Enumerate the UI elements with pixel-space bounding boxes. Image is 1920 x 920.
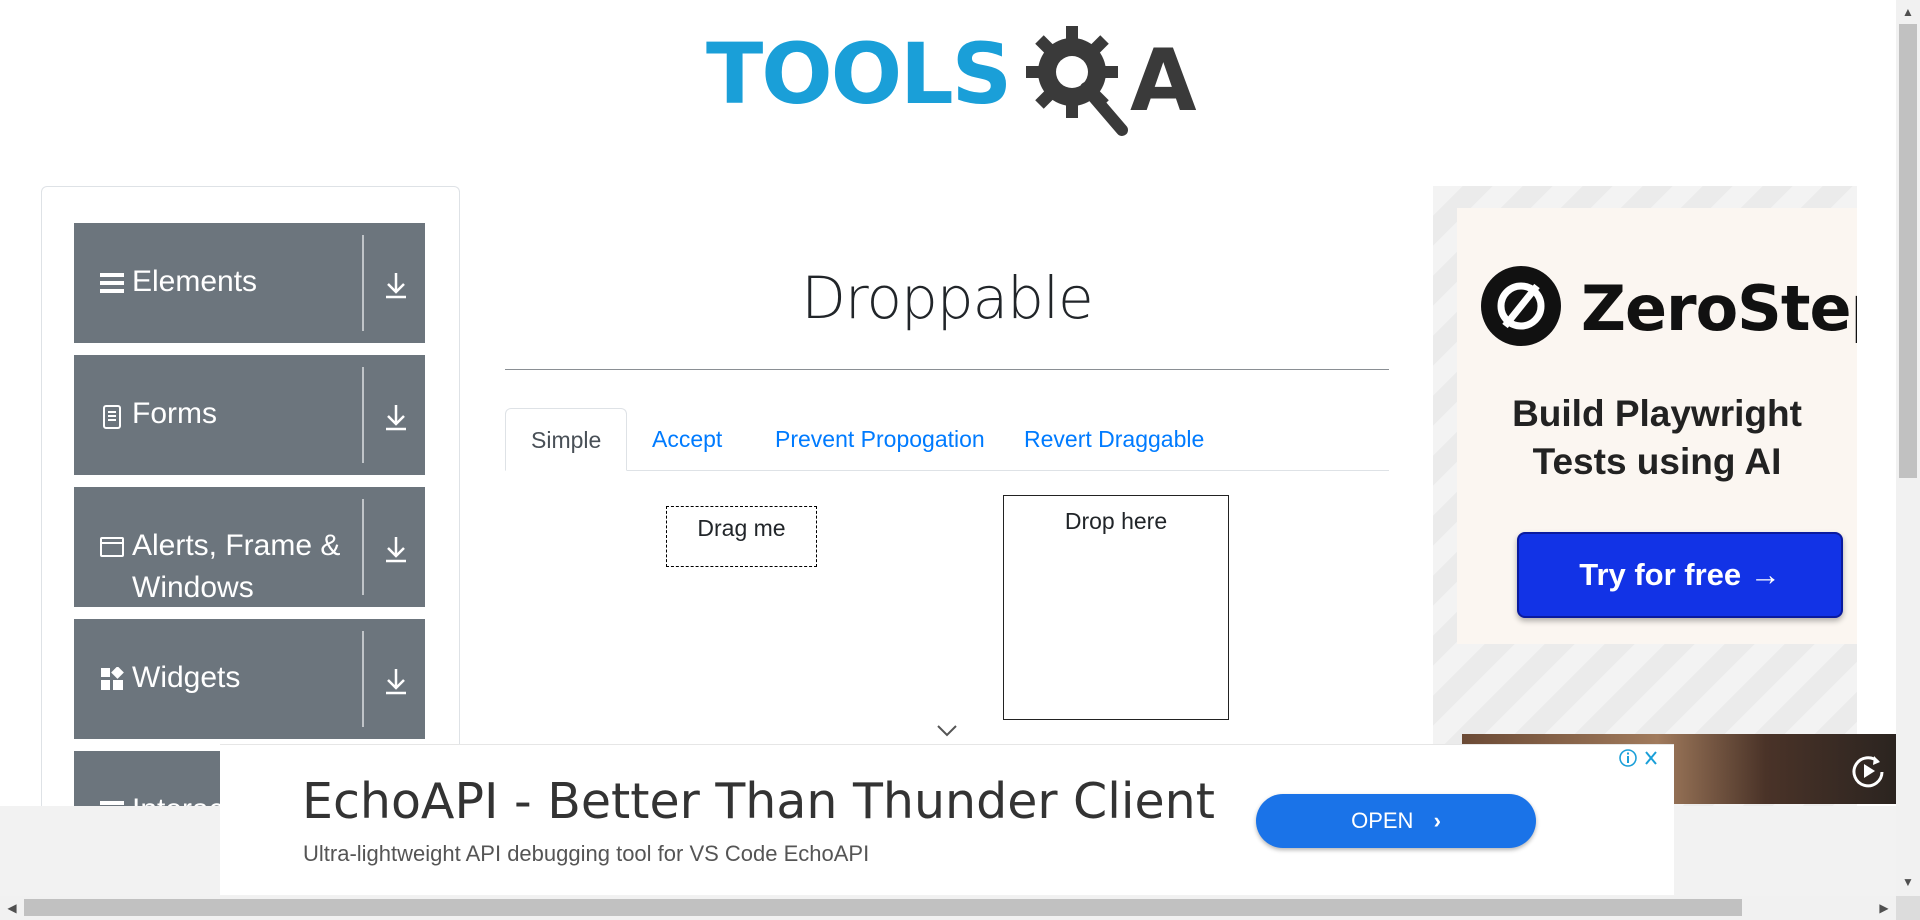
ad-tagline: Build Playwright Tests using AI [1457, 390, 1857, 486]
title-divider [505, 369, 1389, 370]
ad-tagline-line2: Tests using AI [1532, 441, 1782, 482]
droppable-tabs: Simple Accept Prevent Propogation Revert… [505, 408, 1389, 471]
sidebar-group-label-line2: Windows [132, 571, 254, 604]
scroll-up-icon[interactable]: ▲ [1900, 4, 1916, 20]
ad-description: Ultra-lightweight API debugging tool for… [303, 841, 870, 866]
sidebar-group-label: Forms [132, 397, 217, 430]
chevron-right-icon: › [1433, 808, 1441, 833]
open-button[interactable]: OPEN › [1256, 794, 1536, 848]
divider [362, 367, 364, 463]
scrollbar-corner [1896, 896, 1920, 920]
chevron-down-icon[interactable] [935, 722, 959, 740]
widgets-icon [101, 667, 124, 690]
sidebar-group-alerts-frame-windows[interactable]: Alerts, Frame & Windows [74, 487, 425, 607]
download-arrow-icon [386, 669, 406, 695]
sidebar-group-label: Elements [132, 265, 258, 298]
sidebar-group-label: Alerts, Frame & [132, 529, 341, 562]
sidebar: Elements Forms Alerts, Frame & Windows W… [41, 186, 460, 806]
scroll-right-icon[interactable]: ▶ [1876, 900, 1892, 916]
sidebar-group-label: Widgets [132, 661, 241, 694]
document-icon [103, 405, 121, 429]
echoapi-ad[interactable]: EchoAPI - Better Than Thunder Client Ult… [220, 744, 1674, 895]
open-button-label: OPEN [1351, 808, 1414, 833]
ad-card: ZeroStep Build Playwright Tests using AI… [1457, 208, 1857, 644]
divider [362, 631, 364, 727]
download-arrow-icon [386, 537, 406, 563]
ad-tagline-line1: Build Playwright [1512, 393, 1802, 434]
hamburger-icon [100, 801, 124, 805]
divider [362, 499, 364, 595]
horizontal-scroll-thumb[interactable] [24, 899, 1742, 916]
sidebar-group-forms[interactable]: Forms [74, 355, 425, 475]
ad-choices-icon[interactable] [1616, 747, 1664, 769]
vertical-scroll-thumb[interactable] [1899, 24, 1917, 478]
tab-simple[interactable]: Simple [505, 408, 628, 471]
tab-accept[interactable]: Accept [627, 408, 747, 470]
scroll-down-icon[interactable]: ▼ [1900, 874, 1916, 890]
divider [362, 235, 364, 331]
sidebar-group-widgets[interactable]: Widgets [74, 619, 425, 739]
window-icon [100, 537, 124, 557]
vertical-scrollbar[interactable]: ▲ ▼ [1896, 0, 1920, 896]
ad-headline[interactable]: EchoAPI - Better Than Thunder Client [302, 773, 1215, 830]
page-title: Droppable [801, 264, 1094, 332]
drop-target[interactable]: Drop here [1003, 495, 1229, 720]
ad-brand: ZeroStep [1581, 272, 1857, 345]
tab-prevent-propogation[interactable]: Prevent Propogation [750, 408, 1010, 470]
hamburger-icon [100, 273, 124, 293]
zerostep-logo-icon [1481, 266, 1561, 346]
sidebar-group-elements[interactable]: Elements [74, 223, 425, 343]
scroll-left-icon[interactable]: ◀ [4, 900, 20, 916]
zerostep-ad[interactable]: ZeroStep Build Playwright Tests using AI… [1433, 186, 1857, 806]
tab-revert-draggable[interactable]: Revert Draggable [999, 408, 1229, 470]
download-arrow-icon [386, 273, 406, 299]
replay-icon[interactable] [1848, 750, 1888, 790]
horizontal-scrollbar[interactable]: ◀ ▶ [0, 896, 1896, 920]
download-arrow-icon [386, 405, 406, 431]
try-for-free-button[interactable]: Try for free → [1517, 532, 1843, 618]
draggable-box[interactable]: Drag me [666, 506, 817, 567]
